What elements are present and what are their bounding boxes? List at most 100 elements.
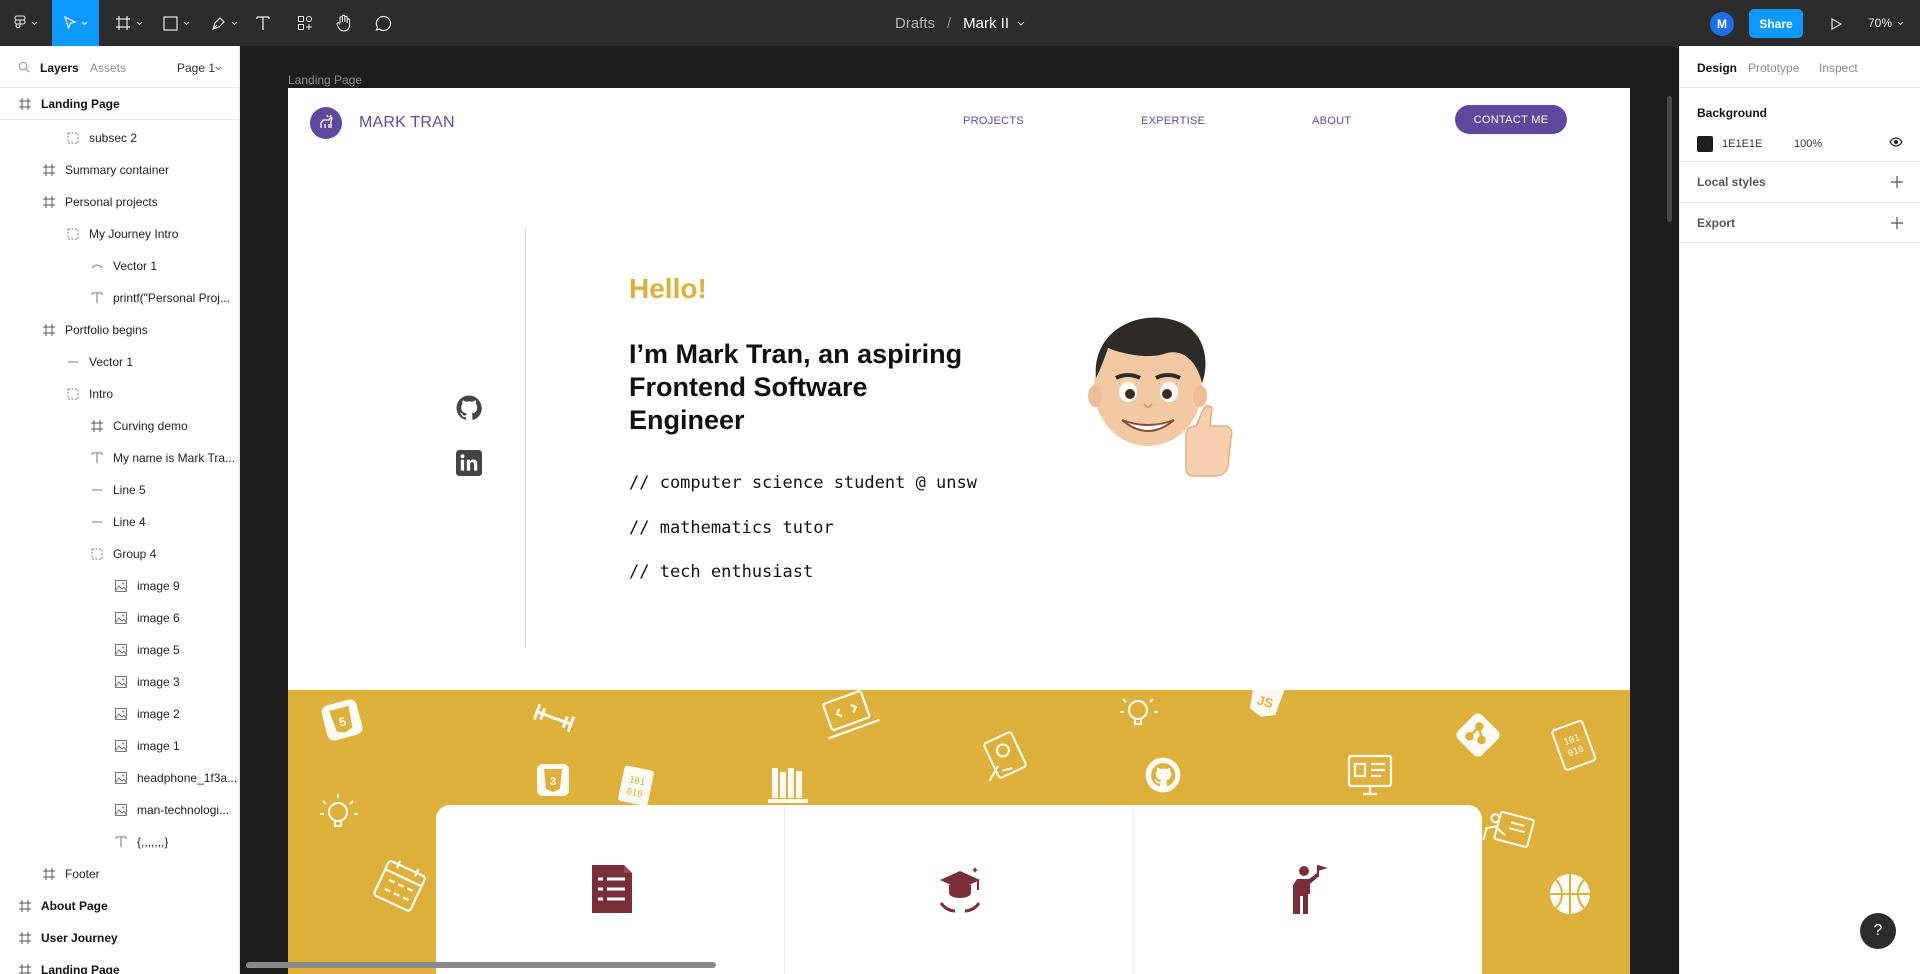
background-title: Background <box>1697 106 1768 120</box>
css3-icon: 3 <box>537 764 569 796</box>
layer-row[interactable]: Intro <box>0 378 239 410</box>
nav-about[interactable]: ABOUT <box>1312 115 1351 127</box>
expertise-card[interactable] <box>785 805 1133 974</box>
layer-row[interactable]: User Journey <box>0 922 239 954</box>
layer-row[interactable]: Line 4 <box>0 506 239 538</box>
file-name[interactable]: Mark II <box>963 15 1009 32</box>
plus-icon[interactable] <box>1890 216 1904 230</box>
layer-label: Vector 1 <box>113 259 158 273</box>
layer-row[interactable]: image 6 <box>0 602 239 634</box>
design-canvas[interactable]: Landing Page MARK TRAN PROJECTS EXPERTIS… <box>241 46 1679 974</box>
expertise-card[interactable] <box>1134 805 1482 974</box>
layer-row[interactable]: {,,,,,,,} <box>0 826 239 858</box>
horizontal-scrollbar[interactable] <box>246 962 716 968</box>
breadcrumb-project[interactable]: Drafts <box>895 15 935 32</box>
text-icon <box>89 450 105 466</box>
layer-row[interactable]: Vector 1 <box>0 346 239 378</box>
chevron-down-icon <box>183 21 189 25</box>
github-link[interactable] <box>456 395 482 421</box>
vertical-scrollbar[interactable] <box>1667 96 1672 222</box>
landing-page-frame[interactable]: MARK TRAN PROJECTS EXPERTISE ABOUT CONTA… <box>288 88 1630 974</box>
linkedin-link[interactable] <box>456 450 482 476</box>
tab-design[interactable]: Design <box>1697 61 1737 75</box>
image-icon <box>113 674 129 690</box>
frame-tool-button[interactable] <box>110 0 148 46</box>
hero-code-line: // mathematics tutor <box>629 518 834 538</box>
layer-row[interactable]: About Page <box>0 890 239 922</box>
frame-icon <box>41 866 57 882</box>
frame-icon <box>41 162 57 178</box>
tab-prototype[interactable]: Prototype <box>1748 61 1799 75</box>
image-icon <box>113 642 129 658</box>
layer-row[interactable]: printf("Personal Proj... <box>0 282 239 314</box>
figma-logo-icon <box>14 15 26 29</box>
nav-expertise[interactable]: EXPERTISE <box>1141 115 1205 127</box>
search-icon[interactable] <box>18 61 30 73</box>
background-color-swatch[interactable] <box>1697 136 1713 152</box>
javascript-icon: JS <box>1249 690 1286 717</box>
help-button[interactable]: ? <box>1860 913 1896 949</box>
group-icon <box>65 386 81 402</box>
layer-row[interactable]: Footer <box>0 858 239 890</box>
zoom-dropdown[interactable]: 70% <box>1868 0 1904 46</box>
layer-row[interactable]: Vector 1 <box>0 250 239 282</box>
eye-visibility-icon[interactable] <box>1889 137 1903 147</box>
expertise-card[interactable] <box>436 805 784 974</box>
layer-row[interactable]: image 1 <box>0 730 239 762</box>
line-icon <box>89 514 105 530</box>
computer-monitor-icon <box>1347 754 1393 796</box>
tab-assets[interactable]: Assets <box>90 61 126 75</box>
chevron-down-icon <box>1897 21 1904 25</box>
layer-row[interactable]: Line 5 <box>0 474 239 506</box>
frame-icon <box>17 96 33 112</box>
move-tool-button[interactable] <box>52 0 99 46</box>
layer-row-sticky-frame[interactable]: Landing Page <box>0 88 239 120</box>
layer-row[interactable]: Portfolio begins <box>0 314 239 346</box>
layer-row[interactable]: Personal projects <box>0 186 239 218</box>
layer-label: Footer <box>65 867 100 881</box>
comment-tool-button[interactable] <box>372 0 394 46</box>
layer-row[interactable]: Landing Page <box>0 954 239 974</box>
page-selector[interactable]: Page 1 <box>177 61 215 75</box>
layer-row[interactable]: man-technologi... <box>0 794 239 826</box>
layer-row[interactable]: Summary container <box>0 154 239 186</box>
frame-label[interactable]: Landing Page <box>288 73 362 87</box>
components-grid-icon <box>298 16 312 30</box>
pen-tool-button[interactable] <box>206 0 242 46</box>
background-opacity-input[interactable]: 100% <box>1794 138 1822 150</box>
layer-row[interactable]: Curving demo <box>0 410 239 442</box>
plus-icon[interactable] <box>1890 175 1904 189</box>
layer-label: Vector 1 <box>89 355 134 369</box>
present-button[interactable] <box>1824 12 1848 36</box>
chevron-down-icon[interactable] <box>215 66 222 71</box>
layer-row[interactable]: subsec 2 <box>0 122 239 154</box>
layer-row[interactable]: My Journey Intro <box>0 218 239 250</box>
chevron-down-icon[interactable] <box>1017 21 1025 26</box>
layer-row[interactable]: My name is Mark Tra... <box>0 442 239 474</box>
tab-inspect[interactable]: Inspect <box>1819 61 1858 75</box>
layer-row[interactable]: headphone_1f3a... <box>0 762 239 794</box>
layer-row[interactable]: image 2 <box>0 698 239 730</box>
layer-label: Curving demo <box>113 419 188 433</box>
play-icon <box>1830 18 1842 30</box>
resources-tool-button[interactable] <box>294 0 316 46</box>
layer-row[interactable]: Group 4 <box>0 538 239 570</box>
background-hex-input[interactable]: 1E1E1E <box>1722 138 1762 150</box>
dumbbell-icon <box>532 703 576 733</box>
layer-label: User Journey <box>41 931 118 945</box>
nav-projects[interactable]: PROJECTS <box>963 115 1024 127</box>
text-tool-button[interactable] <box>252 0 274 46</box>
binary-code-icon: 101010 <box>1551 720 1597 771</box>
layer-row[interactable]: image 5 <box>0 634 239 666</box>
contact-me-button[interactable]: CONTACT ME <box>1455 105 1567 134</box>
share-button[interactable]: Share <box>1749 9 1803 38</box>
layer-row[interactable]: image 3 <box>0 666 239 698</box>
person-flag-icon <box>1293 865 1328 914</box>
tab-layers[interactable]: Layers <box>40 61 79 75</box>
group-icon <box>65 226 81 242</box>
shape-tool-button[interactable] <box>158 0 194 46</box>
layer-row[interactable]: image 9 <box>0 570 239 602</box>
user-avatar[interactable]: M <box>1710 12 1734 36</box>
hand-tool-button[interactable] <box>333 0 355 46</box>
main-menu-button[interactable] <box>10 0 42 46</box>
